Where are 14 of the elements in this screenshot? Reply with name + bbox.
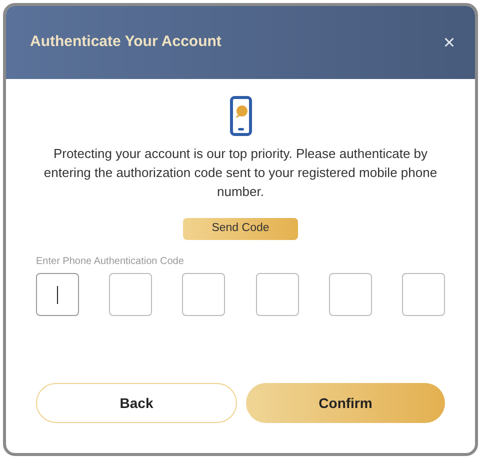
code-input-field[interactable] [182, 273, 226, 316]
code-input-field[interactable] [256, 273, 299, 316]
close-button[interactable]: × [443, 32, 455, 52]
instruction-text: Protecting your account is our top priority. Please authenticate by entering the authorization code sent to your registered mobile phone number. [42, 145, 438, 201]
phone-message-icon [230, 96, 252, 136]
code-input-field[interactable] [402, 273, 445, 316]
dialog-title: Authenticate Your Account [30, 32, 222, 52]
code-label: Enter Phone Authentication Code [36, 255, 185, 269]
send-code-button[interactable]: Send Code [183, 218, 298, 240]
confirm-button[interactable]: Confirm [246, 383, 445, 423]
code-input-field[interactable] [109, 273, 152, 316]
back-button[interactable]: Back [36, 383, 237, 423]
code-input-field[interactable] [328, 273, 372, 316]
code-input-field[interactable] [36, 273, 79, 316]
